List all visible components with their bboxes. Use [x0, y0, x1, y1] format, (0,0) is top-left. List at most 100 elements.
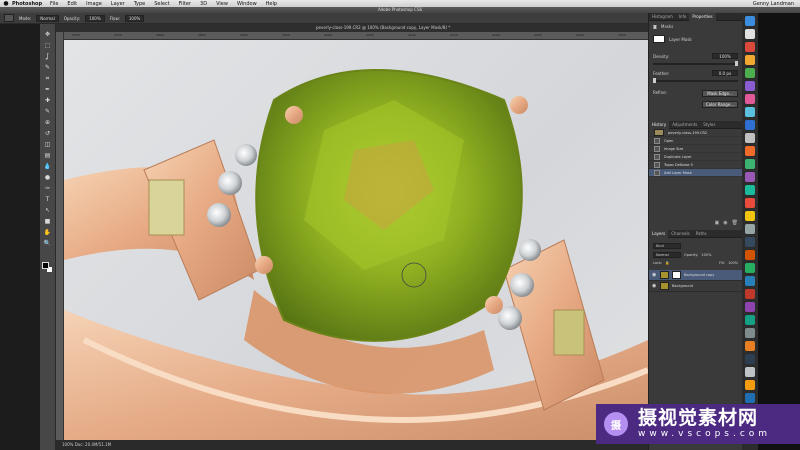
history-item-selected[interactable]: Add Layer Mask [649, 169, 742, 177]
zoom-icon[interactable]: 🔍 [43, 239, 53, 248]
mode-dropdown[interactable]: Normal [36, 14, 59, 22]
dock-app-icon[interactable] [745, 380, 755, 390]
dock-app-icon[interactable] [745, 120, 755, 130]
dock-app-icon[interactable] [745, 393, 755, 403]
vertical-ruler[interactable] [56, 32, 64, 440]
feather-slider[interactable] [653, 78, 738, 83]
lock-icon[interactable]: 🔒 [665, 261, 669, 265]
dodge-icon[interactable]: ● [43, 173, 53, 182]
hand-icon[interactable]: ✋ [43, 228, 53, 237]
gradient-icon[interactable]: ▤ [43, 151, 53, 160]
apple-menu-icon[interactable]: ● [0, 0, 12, 7]
menu-type[interactable]: Type [134, 1, 145, 7]
tab-styles[interactable]: Styles [700, 121, 718, 129]
pen-icon[interactable]: ✑ [43, 184, 53, 193]
dock-app-icon[interactable] [745, 237, 755, 247]
camera-icon[interactable]: ◉ [723, 220, 727, 226]
brush-icon[interactable]: ✎ [43, 107, 53, 116]
feather-slider-thumb[interactable] [653, 78, 656, 83]
dock-app-icon[interactable] [745, 107, 755, 117]
app-menu[interactable]: Photoshop [12, 1, 42, 7]
image-canvas[interactable] [64, 40, 648, 440]
quick-select-icon[interactable]: ✎ [43, 63, 53, 72]
dock-app-icon[interactable] [745, 224, 755, 234]
tab-channels[interactable]: Channels [668, 230, 693, 238]
history-item[interactable]: Open [649, 137, 742, 145]
dock-app-icon[interactable] [745, 146, 755, 156]
tab-paths[interactable]: Paths [693, 230, 710, 238]
density-slider-thumb[interactable] [735, 61, 738, 66]
dock-app-icon[interactable] [745, 276, 755, 286]
layer-opacity-field[interactable]: 100% [701, 253, 711, 257]
crop-icon[interactable]: ⌗ [43, 74, 53, 83]
dock-app-icon[interactable] [745, 354, 755, 364]
blur-icon[interactable]: 💧 [43, 162, 53, 171]
tab-adjustments[interactable]: Adjustments [669, 121, 700, 129]
tab-info[interactable]: Info [676, 13, 690, 21]
dock-app-icon[interactable] [745, 81, 755, 91]
lasso-icon[interactable]: ʆ [43, 52, 53, 61]
layer-filter-dropdown[interactable]: Kind [653, 243, 681, 249]
horizontal-ruler[interactable]: 3700 3750 3800 3850 3900 3950 4000 4050 4100 4150… [64, 32, 648, 40]
layer-mask-thumbnail[interactable] [672, 271, 681, 279]
eraser-icon[interactable]: ◫ [43, 140, 53, 149]
tab-history[interactable]: History [649, 120, 670, 129]
trash-icon[interactable]: 🗑 [732, 220, 738, 226]
opacity-field[interactable]: 100% [85, 14, 105, 22]
feather-field[interactable]: 0.0 px [712, 70, 738, 76]
menu-layer[interactable]: Layer [111, 1, 125, 7]
shape-icon[interactable]: ■ [43, 217, 53, 226]
flow-field[interactable]: 100% [124, 14, 145, 22]
eye-icon[interactable]: ◉ [652, 272, 657, 278]
menu-view[interactable]: View [216, 1, 228, 7]
menu-3d[interactable]: 3D [200, 1, 207, 7]
dock-app-icon[interactable] [745, 133, 755, 143]
dock-app-icon[interactable] [745, 211, 755, 221]
layer-row-background-copy[interactable]: ◉ Background copy [649, 270, 742, 281]
menu-edit[interactable]: Edit [67, 1, 77, 7]
foreground-color-swatch[interactable] [42, 262, 49, 269]
menu-image[interactable]: Image [86, 1, 102, 7]
menu-file[interactable]: File [50, 1, 58, 7]
eyedropper-icon[interactable]: ✒ [43, 85, 53, 94]
document-tab[interactable]: peverly-class-199.CR2 @ 100% (Background… [56, 24, 648, 32]
dock-app-icon[interactable] [745, 172, 755, 182]
type-icon[interactable]: T [43, 195, 53, 204]
dock-app-icon[interactable] [745, 328, 755, 338]
tool-preset-picker[interactable] [4, 14, 14, 22]
density-field[interactable]: 100% [712, 53, 738, 59]
dock-app-icon[interactable] [745, 198, 755, 208]
dock-app-icon[interactable] [745, 29, 755, 39]
menu-select[interactable]: Select [154, 1, 169, 7]
menu-filter[interactable]: Filter [179, 1, 191, 7]
layer-row-background[interactable]: ◉ Background [649, 281, 742, 292]
dock-app-icon[interactable] [745, 315, 755, 325]
blend-mode-dropdown[interactable]: Normal [653, 252, 681, 258]
dock-app-icon[interactable] [745, 42, 755, 52]
new-document-icon[interactable]: ▣ [715, 220, 720, 226]
dock-app-icon[interactable] [745, 55, 755, 65]
healing-icon[interactable]: ✚ [43, 96, 53, 105]
history-item[interactable]: Topaz DeNoise 5 [649, 161, 742, 169]
dock-app-icon[interactable] [745, 16, 755, 26]
history-item[interactable]: Duplicate Layer [649, 153, 742, 161]
dock-app-icon[interactable] [745, 302, 755, 312]
dock-app-icon[interactable] [745, 185, 755, 195]
path-select-icon[interactable]: ↖ [43, 206, 53, 215]
layer-mask-thumbnail[interactable] [653, 35, 665, 43]
marquee-icon[interactable]: ⬚ [43, 41, 53, 50]
dock-app-icon[interactable] [745, 159, 755, 169]
move-icon[interactable]: ✥ [43, 30, 53, 39]
dock-app-icon[interactable] [745, 289, 755, 299]
dock-app-icon[interactable] [745, 341, 755, 351]
dock-app-icon[interactable] [745, 250, 755, 260]
clone-stamp-icon[interactable]: ⊕ [43, 118, 53, 127]
history-item[interactable]: Image Size [649, 145, 742, 153]
dock-app-icon[interactable] [745, 263, 755, 273]
tab-histogram[interactable]: Histogram [649, 13, 676, 21]
mask-edge-button[interactable]: Mask Edge... [702, 90, 738, 97]
dock-app-icon[interactable] [745, 94, 755, 104]
menu-help[interactable]: Help [266, 1, 277, 7]
dock-app-icon[interactable] [745, 68, 755, 78]
tab-properties[interactable]: Properties [689, 12, 716, 21]
